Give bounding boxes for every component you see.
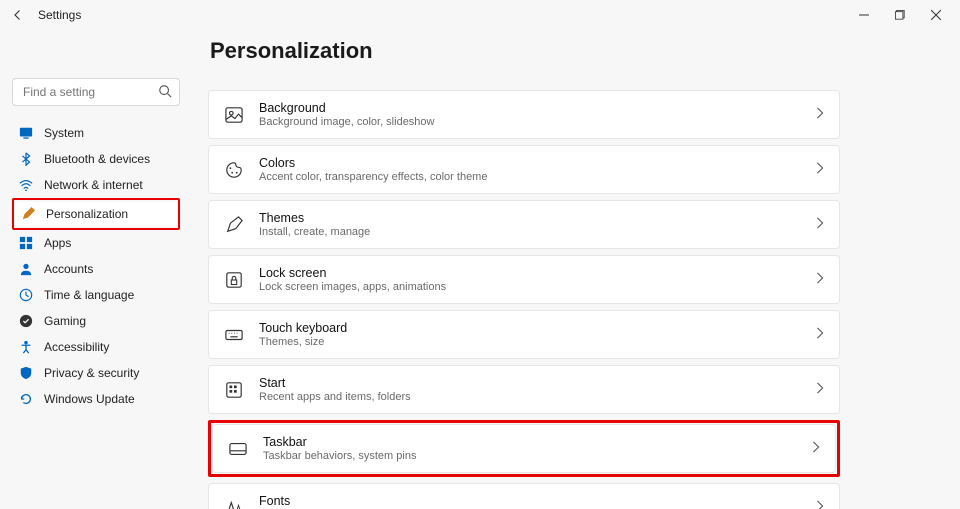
themes-icon [223,214,245,236]
sidebar-item-accounts[interactable]: Accounts [12,257,180,281]
card-title: Fonts [259,494,815,508]
card-sub: Accent color, transparency effects, colo… [259,171,815,183]
background-icon [223,104,245,126]
search-icon [158,84,172,103]
card-sub: Taskbar behaviors, system pins [263,450,811,462]
sidebar-item-label: Apps [44,236,71,250]
sidebar-item-apps[interactable]: Apps [12,231,180,255]
sidebar-item-label: System [44,126,84,140]
card-title: Colors [259,156,815,170]
sidebar-item-network[interactable]: Network & internet [12,173,180,197]
maximize-button[interactable] [882,2,918,28]
bluetooth-icon [18,151,34,167]
minimize-icon [859,10,869,20]
sidebar-item-update[interactable]: Windows Update [12,387,180,411]
sidebar-item-gaming[interactable]: Gaming [12,309,180,333]
time-icon [18,287,34,303]
personalization-icon [20,206,36,222]
close-button[interactable] [918,2,954,28]
accessibility-icon [18,339,34,355]
chevron-right-icon [815,381,825,399]
sidebar-item-label: Bluetooth & devices [44,152,150,166]
card-background[interactable]: BackgroundBackground image, color, slide… [208,90,840,139]
highlight-taskbar: TaskbarTaskbar behaviors, system pins [208,420,840,477]
card-fonts[interactable]: FontsInstall, manage [208,483,840,509]
titlebar: Settings [0,0,960,30]
sidebar-item-label: Personalization [46,207,128,221]
sidebar-item-label: Gaming [44,314,86,328]
fonts-icon [223,497,245,509]
chevron-right-icon [815,216,825,234]
network-icon [18,177,34,193]
chevron-right-icon [815,106,825,124]
sidebar-item-bluetooth[interactable]: Bluetooth & devices [12,147,180,171]
sidebar-item-label: Time & language [44,288,134,302]
card-sub: Lock screen images, apps, animations [259,281,815,293]
lockscreen-icon [223,269,245,291]
card-taskbar[interactable]: TaskbarTaskbar behaviors, system pins [212,424,836,473]
main-content: Personalization BackgroundBackground ima… [190,30,960,509]
sidebar-item-system[interactable]: System [12,121,180,145]
card-sub: Recent apps and items, folders [259,391,815,403]
chevron-right-icon [815,161,825,179]
chevron-right-icon [815,499,825,509]
minimize-button[interactable] [846,2,882,28]
card-title: Background [259,101,815,115]
close-icon [931,10,941,20]
keyboard-icon [223,324,245,346]
sidebar-item-time[interactable]: Time & language [12,283,180,307]
card-title: Start [259,376,815,390]
privacy-icon [18,365,34,381]
sidebar-item-label: Network & internet [44,178,143,192]
sidebar-item-label: Privacy & security [44,366,139,380]
sidebar: System Bluetooth & devices Network & int… [0,30,190,509]
start-icon [223,379,245,401]
sidebar-item-personalization[interactable]: Personalization [14,202,178,226]
card-touchkeyboard[interactable]: Touch keyboardThemes, size [208,310,840,359]
apps-icon [18,235,34,251]
maximize-icon [895,10,905,20]
back-button[interactable] [6,9,30,21]
sidebar-item-label: Accounts [44,262,93,276]
highlight-personalization: Personalization [12,198,180,230]
card-title: Lock screen [259,266,815,280]
sidebar-item-accessibility[interactable]: Accessibility [12,335,180,359]
chevron-right-icon [815,271,825,289]
system-icon [18,125,34,141]
card-sub: Background image, color, slideshow [259,116,815,128]
window-title: Settings [38,8,81,22]
sidebar-item-privacy[interactable]: Privacy & security [12,361,180,385]
card-start[interactable]: StartRecent apps and items, folders [208,365,840,414]
gaming-icon [18,313,34,329]
search-input[interactable] [12,78,180,106]
sidebar-item-label: Accessibility [44,340,109,354]
search-box[interactable] [12,78,180,106]
card-colors[interactable]: ColorsAccent color, transparency effects… [208,145,840,194]
card-title: Taskbar [263,435,811,449]
card-lockscreen[interactable]: Lock screenLock screen images, apps, ani… [208,255,840,304]
chevron-right-icon [811,440,821,458]
card-sub: Install, create, manage [259,226,815,238]
card-sub: Themes, size [259,336,815,348]
card-themes[interactable]: ThemesInstall, create, manage [208,200,840,249]
arrow-left-icon [12,9,24,21]
sidebar-item-label: Windows Update [44,392,135,406]
colors-icon [223,159,245,181]
taskbar-icon [227,438,249,460]
update-icon [18,391,34,407]
accounts-icon [18,261,34,277]
page-title: Personalization [210,38,840,64]
chevron-right-icon [815,326,825,344]
card-title: Touch keyboard [259,321,815,335]
card-title: Themes [259,211,815,225]
